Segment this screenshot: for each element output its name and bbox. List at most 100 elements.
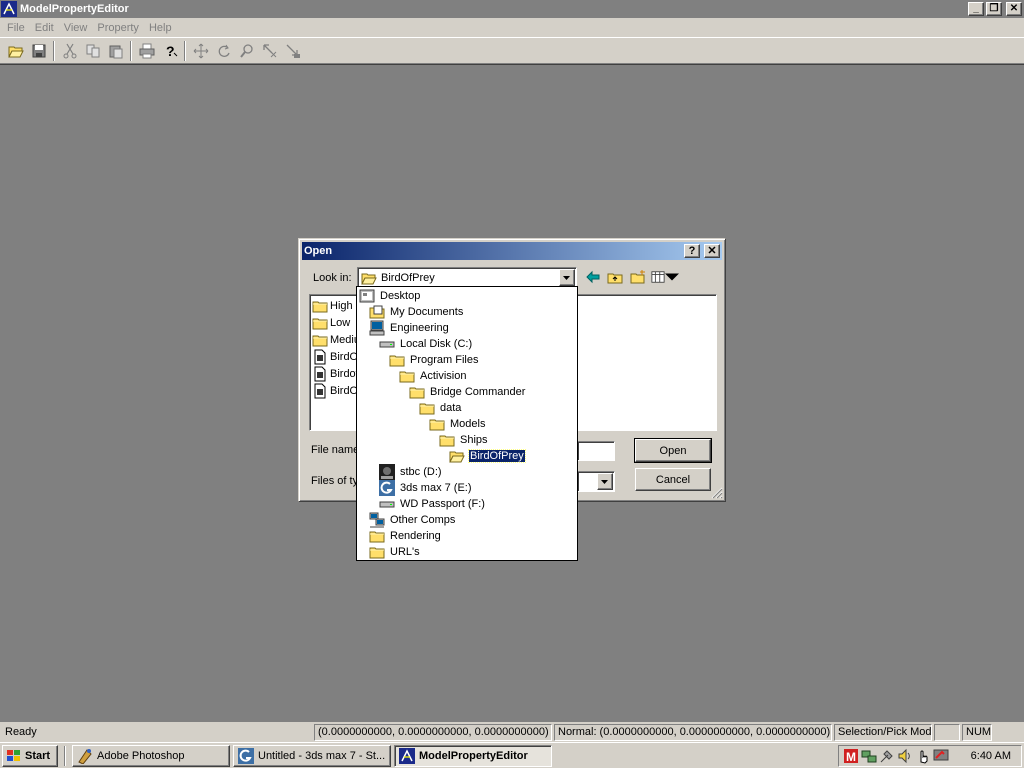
- menu-view[interactable]: View: [59, 22, 93, 34]
- zoom-icon: [239, 43, 253, 58]
- chevron-down-icon: [665, 273, 679, 281]
- folder-icon: [312, 332, 328, 348]
- dropdown-item-desktop[interactable]: Desktop: [359, 288, 421, 304]
- resize-icon: [286, 44, 300, 58]
- copy-toolbar-button[interactable]: [81, 40, 104, 62]
- app-icon: [1, 1, 17, 17]
- dropdown-item-other-comps[interactable]: Other Comps: [369, 512, 456, 528]
- select-toolbar-button[interactable]: [258, 40, 281, 62]
- list-item[interactable]: Birdof: [312, 365, 359, 382]
- lookin-combo[interactable]: BirdOfPrey: [357, 267, 577, 288]
- up-one-level-button[interactable]: [604, 267, 626, 287]
- dropdown-item-models[interactable]: Models: [429, 416, 486, 432]
- statusbar: Ready (0.0000000000, 0.0000000000, 0.000…: [0, 722, 1024, 742]
- dropdown-item-my-documents[interactable]: My Documents: [369, 304, 464, 320]
- folder-icon: [369, 544, 385, 560]
- dialog-close-button[interactable]: ✕: [704, 244, 720, 258]
- back-button[interactable]: [582, 267, 604, 287]
- cancel-button[interactable]: Cancel: [635, 468, 711, 491]
- dropdown-item-3dsmax-e[interactable]: 3ds max 7 (E:): [379, 480, 473, 496]
- status-num: NUM: [962, 723, 992, 741]
- open-button[interactable]: Open: [634, 438, 712, 463]
- list-item[interactable]: Mediu: [312, 331, 360, 348]
- display-tray-icon[interactable]: [933, 748, 949, 764]
- dropdown-item-birdofprey[interactable]: BirdOfPrey: [449, 448, 526, 464]
- close-button[interactable]: ✕: [1006, 2, 1022, 16]
- open-folder-icon: [361, 270, 377, 286]
- help-toolbar-button[interactable]: ?: [158, 40, 181, 62]
- dropdown-item-urls[interactable]: URL's: [369, 544, 421, 560]
- chevron-down-icon: [563, 275, 570, 280]
- toolbar-separator: [184, 40, 186, 61]
- start-label: Start: [25, 749, 51, 762]
- drive-icon: [379, 336, 395, 352]
- tool-tray-icon[interactable]: [879, 748, 895, 764]
- rotate-icon: [218, 44, 230, 57]
- paste-icon: [109, 45, 122, 58]
- menu-edit[interactable]: Edit: [30, 22, 59, 34]
- menu-help[interactable]: Help: [144, 22, 177, 34]
- list-item[interactable]: Low: [312, 314, 350, 331]
- file-icon: [312, 349, 328, 365]
- save-icon: [32, 44, 45, 57]
- file-icon: [312, 366, 328, 382]
- dropdown-item-data[interactable]: data: [419, 400, 462, 416]
- app-titlebar[interactable]: ModelPropertyEditor _ ❐ ✕: [0, 0, 1024, 18]
- lookin-dropdown: Desktop My Documents Engineering Local D…: [356, 286, 578, 561]
- dropdown-item-rendering[interactable]: Rendering: [369, 528, 442, 544]
- mcafee-icon[interactable]: M: [843, 748, 859, 764]
- print-toolbar-button[interactable]: [135, 40, 158, 62]
- folder-icon: [312, 315, 328, 331]
- dropdown-item-stbc-d[interactable]: stbc (D:): [379, 464, 443, 480]
- new-folder-button[interactable]: [627, 267, 649, 287]
- svg-text:?: ?: [166, 43, 175, 59]
- dropdown-item-ships[interactable]: Ships: [439, 432, 489, 448]
- task-3dsmax[interactable]: Untitled - 3ds max 7 - St...: [233, 744, 391, 767]
- open-toolbar-button[interactable]: [4, 40, 27, 62]
- taskbar: Start Adobe Photoshop Untitled - 3ds max…: [0, 742, 1024, 768]
- stbc-drive-icon: [379, 464, 395, 480]
- resize-toolbar-button[interactable]: [281, 40, 304, 62]
- list-item[interactable]: BirdOf: [312, 382, 361, 399]
- dropdown-item-local-disk-c[interactable]: Local Disk (C:): [379, 336, 473, 352]
- lookin-dropdown-button[interactable]: [559, 269, 575, 286]
- cut-icon: [63, 43, 76, 58]
- dialog-titlebar[interactable]: Open ? ✕: [302, 242, 722, 260]
- task-photoshop[interactable]: Adobe Photoshop: [72, 744, 230, 767]
- list-item[interactable]: BirdOf: [312, 348, 361, 365]
- lookin-label: Look in:: [313, 272, 352, 284]
- dialog-help-button[interactable]: ?: [684, 244, 700, 258]
- restore-button[interactable]: ❐: [986, 2, 1002, 16]
- size-grip-icon[interactable]: [711, 487, 723, 499]
- rotate-toolbar-button[interactable]: [212, 40, 235, 62]
- my-documents-icon: [369, 304, 385, 320]
- minimize-button[interactable]: _: [968, 2, 984, 16]
- dropdown-item-program-files[interactable]: Program Files: [389, 352, 479, 368]
- menu-file[interactable]: File: [2, 22, 30, 34]
- start-button[interactable]: Start: [2, 744, 58, 767]
- dropdown-item-engineering[interactable]: Engineering: [369, 320, 450, 336]
- toolbar-separator: [53, 40, 55, 61]
- status-position: (0.0000000000, 0.0000000000, 0.000000000…: [314, 723, 552, 741]
- lookin-value-text: BirdOfPrey: [381, 271, 435, 284]
- filename-input[interactable]: [577, 441, 615, 461]
- task-modelpropertyeditor[interactable]: ModelPropertyEditor: [394, 744, 552, 767]
- dropdown-item-activision[interactable]: Activision: [399, 368, 467, 384]
- filetype-dropdown-button[interactable]: [597, 473, 613, 490]
- lookin-value: BirdOfPrey: [358, 270, 559, 286]
- list-item[interactable]: High: [312, 297, 353, 314]
- dropdown-item-wd-passport-f[interactable]: WD Passport (F:): [379, 496, 486, 512]
- network-tray-icon[interactable]: [861, 748, 877, 764]
- menu-property[interactable]: Property: [92, 22, 144, 34]
- status-mode: Selection/Pick Mode: [834, 723, 932, 741]
- speaker-icon[interactable]: [897, 748, 913, 764]
- hand-cursor-icon[interactable]: [915, 748, 931, 764]
- move-toolbar-button[interactable]: [189, 40, 212, 62]
- paste-toolbar-button[interactable]: [104, 40, 127, 62]
- dropdown-item-bridge-commander[interactable]: Bridge Commander: [409, 384, 526, 400]
- cut-toolbar-button[interactable]: [58, 40, 81, 62]
- view-menu-button[interactable]: [651, 267, 679, 287]
- filetype-combo[interactable]: [577, 471, 615, 492]
- zoom-toolbar-button[interactable]: [235, 40, 258, 62]
- save-toolbar-button[interactable]: [27, 40, 50, 62]
